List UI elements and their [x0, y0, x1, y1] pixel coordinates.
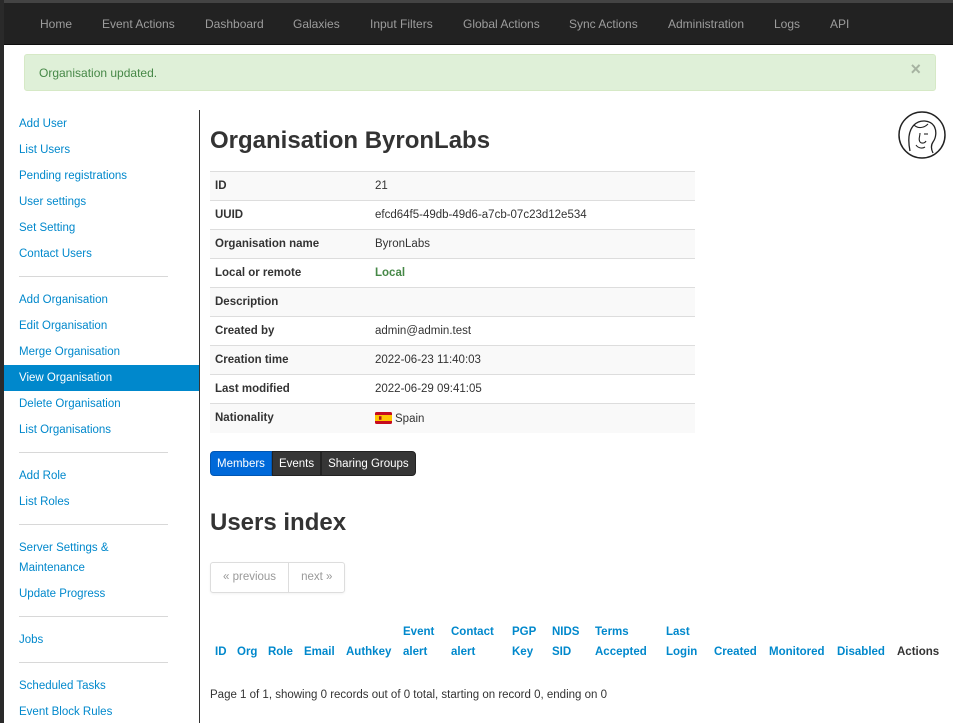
sidebar-item-user-settings[interactable]: User settings — [4, 192, 199, 212]
column-header-email[interactable]: Email — [304, 642, 335, 682]
nav-home[interactable]: Home — [40, 17, 72, 31]
table-row: Creation time 2022-06-23 11:40:03 — [210, 345, 695, 375]
row-value: ByronLabs — [370, 229, 695, 259]
column-header-org[interactable]: Org — [237, 642, 257, 682]
row-label: Local or remote — [210, 258, 370, 288]
sidebar-item-add-role[interactable]: Add Role — [4, 466, 199, 486]
sidebar-item-set-setting[interactable]: Set Setting — [4, 218, 199, 238]
row-value: efcd64f5-49db-49d6-a7cb-07c23d12e534 — [370, 200, 695, 230]
column-header-event-alert[interactable]: Event alert — [403, 622, 434, 662]
nav-dashboard[interactable]: Dashboard — [205, 17, 264, 31]
nav-api[interactable]: API — [830, 17, 849, 31]
close-icon[interactable]: × — [910, 59, 921, 79]
table-row: Nationality Spain — [210, 403, 695, 433]
sidebar-separator — [199, 110, 200, 723]
nav-event-actions[interactable]: Event Actions — [102, 17, 175, 31]
row-label: Created by — [210, 316, 370, 346]
previous-page-button[interactable]: « previous — [211, 563, 288, 592]
row-value: 2022-06-23 11:40:03 — [370, 345, 695, 375]
alert-message: Organisation updated. — [39, 66, 158, 80]
column-header-last-login[interactable]: Last Login — [666, 622, 697, 662]
sidebar-item-list-roles[interactable]: List Roles — [4, 492, 199, 512]
organisation-details-table: ID 21 UUID efcd64f5-49db-49d6-a7cb-07c23d1… — [210, 171, 695, 433]
pagination: « previous next » — [210, 562, 346, 593]
table-row: Local or remote Local — [210, 258, 695, 288]
nav-input-filters[interactable]: Input Filters — [370, 17, 433, 31]
table-row: Description — [210, 287, 695, 317]
sidebar-item-add-user[interactable]: Add User — [4, 114, 199, 134]
column-header-monitored[interactable]: Monitored — [769, 642, 825, 682]
sidebar-divider — [19, 616, 168, 617]
sidebar-item-server-settings[interactable]: Server Settings & — [4, 538, 199, 558]
nav-global-actions[interactable]: Global Actions — [463, 17, 540, 31]
tab-sharing-groups[interactable]: Sharing Groups — [321, 451, 416, 476]
admin-sidebar: Add User List Users Pending registration… — [4, 110, 199, 723]
tab-members[interactable]: Members — [210, 451, 272, 476]
sidebar-item-server-settings-line2[interactable]: Maintenance — [4, 558, 199, 578]
sidebar-divider — [19, 276, 168, 277]
sidebar-item-list-users[interactable]: List Users — [4, 140, 199, 160]
pagination-summary: Page 1 of 1, showing 0 records out of 0 … — [210, 689, 608, 701]
users-index-title: Users index — [210, 509, 347, 536]
row-value: 21 — [370, 171, 695, 201]
column-header-id[interactable]: ID — [215, 642, 227, 682]
nav-galaxies[interactable]: Galaxies — [293, 17, 340, 31]
row-label: UUID — [210, 200, 370, 230]
table-row: ID 21 — [210, 171, 695, 201]
local-badge: Local — [375, 267, 406, 279]
sidebar-item-contact-users[interactable]: Contact Users — [4, 244, 199, 264]
sidebar-item-update-progress[interactable]: Update Progress — [4, 584, 199, 604]
sidebar-divider — [19, 452, 168, 453]
row-label: Organisation name — [210, 229, 370, 259]
success-alert: Organisation updated. × — [24, 54, 936, 91]
sidebar-item-event-block-rules[interactable]: Event Block Rules — [4, 702, 199, 722]
row-label: Creation time — [210, 345, 370, 375]
sidebar-divider — [19, 662, 168, 663]
column-header-actions: Actions — [897, 646, 940, 658]
nav-sync-actions[interactable]: Sync Actions — [569, 17, 638, 31]
table-row: UUID efcd64f5-49db-49d6-a7cb-07c23d12e534 — [210, 200, 695, 230]
sidebar-item-list-organisations[interactable]: List Organisations — [4, 420, 199, 440]
row-label: Last modified — [210, 374, 370, 404]
tab-events[interactable]: Events — [271, 451, 322, 476]
table-row: Last modified 2022-06-29 09:41:05 — [210, 374, 695, 404]
column-header-pgp-key[interactable]: PGP Key — [512, 622, 536, 662]
row-label: ID — [210, 171, 370, 201]
misp-avatar-logo — [898, 111, 946, 159]
sidebar-item-add-organisation[interactable]: Add Organisation — [4, 290, 199, 310]
column-header-role[interactable]: Role — [268, 642, 293, 682]
table-row: Created by admin@admin.test — [210, 316, 695, 346]
sidebar-item-scheduled-tasks[interactable]: Scheduled Tasks — [4, 676, 199, 696]
column-header-disabled[interactable]: Disabled — [837, 642, 885, 682]
sidebar-item-view-organisation[interactable]: View Organisation — [4, 365, 199, 391]
organisation-tabs: Members Events Sharing Groups — [210, 451, 416, 476]
row-value: Local — [370, 258, 695, 288]
column-header-contact-alert[interactable]: Contact alert — [451, 622, 494, 662]
table-row: Organisation name ByronLabs — [210, 229, 695, 259]
row-value: Spain — [370, 403, 695, 433]
row-label: Nationality — [210, 403, 370, 433]
page-title: Organisation ByronLabs — [210, 127, 491, 154]
column-header-terms-accepted[interactable]: Terms Accepted — [595, 622, 647, 662]
sidebar-divider — [19, 524, 168, 525]
nav-logs[interactable]: Logs — [774, 17, 800, 31]
top-navbar: Home Event Actions Dashboard Galaxies In… — [4, 0, 953, 45]
spain-flag-icon — [375, 411, 392, 424]
nav-administration[interactable]: Administration — [668, 17, 744, 31]
sidebar-item-pending-registrations[interactable]: Pending registrations — [4, 166, 199, 186]
sidebar-item-delete-organisation[interactable]: Delete Organisation — [4, 394, 199, 414]
row-value: 2022-06-29 09:41:05 — [370, 374, 695, 404]
column-header-authkey[interactable]: Authkey — [346, 642, 391, 682]
next-page-button[interactable]: next » — [288, 563, 344, 592]
nationality-value: Spain — [395, 412, 425, 425]
row-value: admin@admin.test — [370, 316, 695, 346]
row-label: Description — [210, 287, 370, 317]
row-value — [370, 287, 695, 317]
column-header-created[interactable]: Created — [714, 642, 757, 682]
sidebar-item-merge-organisation[interactable]: Merge Organisation — [4, 342, 199, 362]
sidebar-item-jobs[interactable]: Jobs — [4, 630, 199, 650]
sidebar-item-edit-organisation[interactable]: Edit Organisation — [4, 316, 199, 336]
column-header-nids-sid[interactable]: NIDS SID — [552, 622, 579, 662]
